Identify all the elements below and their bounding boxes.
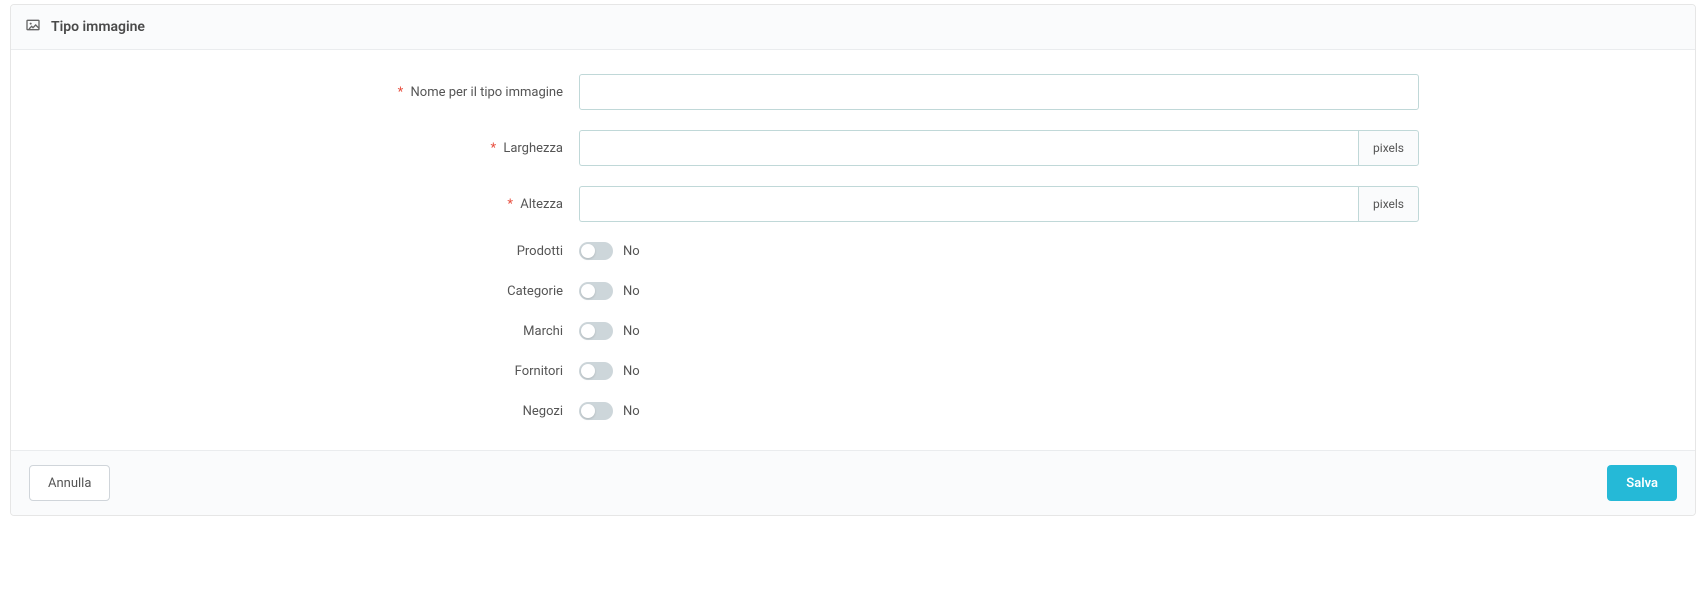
label-suppliers: Fornitori — [29, 364, 579, 379]
brands-toggle-state: No — [623, 324, 640, 339]
required-star-icon: * — [507, 197, 513, 212]
save-button[interactable]: Salva — [1607, 465, 1677, 501]
row-stores: Negozi No — [29, 402, 1677, 420]
products-toggle-state: No — [623, 244, 640, 259]
required-star-icon: * — [398, 85, 404, 100]
name-input[interactable] — [579, 74, 1419, 110]
image-icon — [25, 17, 41, 37]
panel-header: Tipo immagine — [11, 5, 1695, 50]
cancel-button[interactable]: Annulla — [29, 465, 110, 501]
width-input[interactable] — [579, 130, 1358, 166]
row-width: * Larghezza pixels — [29, 130, 1677, 166]
required-star-icon: * — [490, 141, 496, 156]
label-name-text: Nome per il tipo immagine — [411, 85, 564, 100]
row-name: * Nome per il tipo immagine — [29, 74, 1677, 110]
categories-toggle[interactable] — [579, 282, 613, 300]
label-name: * Nome per il tipo immagine — [29, 85, 579, 100]
label-height-text: Altezza — [520, 197, 563, 212]
image-type-panel: Tipo immagine * Nome per il tipo immagin… — [10, 4, 1696, 516]
label-products: Prodotti — [29, 244, 579, 259]
panel-footer: Annulla Salva — [11, 450, 1695, 515]
label-stores: Negozi — [29, 404, 579, 419]
stores-toggle[interactable] — [579, 402, 613, 420]
label-width: * Larghezza — [29, 141, 579, 156]
row-height: * Altezza pixels — [29, 186, 1677, 222]
height-input[interactable] — [579, 186, 1358, 222]
width-unit: pixels — [1358, 130, 1419, 166]
suppliers-toggle[interactable] — [579, 362, 613, 380]
brands-toggle[interactable] — [579, 322, 613, 340]
panel-body: * Nome per il tipo immagine * Larghezza … — [11, 50, 1695, 450]
row-brands: Marchi No — [29, 322, 1677, 340]
suppliers-toggle-state: No — [623, 364, 640, 379]
label-brands: Marchi — [29, 324, 579, 339]
row-categories: Categorie No — [29, 282, 1677, 300]
label-categories: Categorie — [29, 284, 579, 299]
label-height: * Altezza — [29, 197, 579, 212]
row-products: Prodotti No — [29, 242, 1677, 260]
categories-toggle-state: No — [623, 284, 640, 299]
stores-toggle-state: No — [623, 404, 640, 419]
height-unit: pixels — [1358, 186, 1419, 222]
panel-title: Tipo immagine — [51, 19, 145, 35]
row-suppliers: Fornitori No — [29, 362, 1677, 380]
products-toggle[interactable] — [579, 242, 613, 260]
label-width-text: Larghezza — [503, 141, 563, 156]
